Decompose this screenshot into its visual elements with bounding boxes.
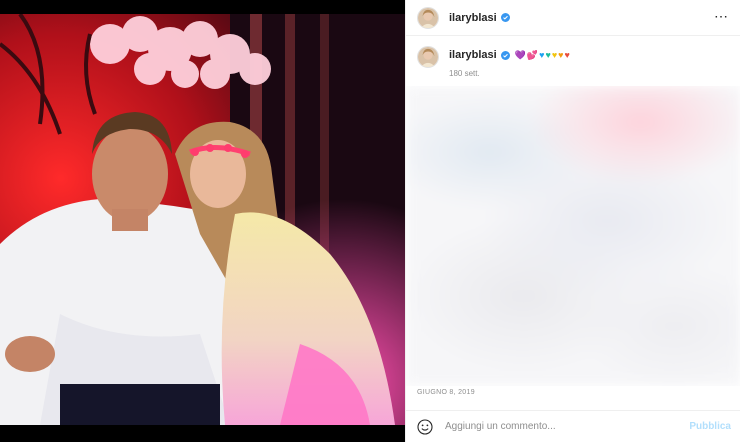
media-area xyxy=(0,0,405,442)
post-photo[interactable] xyxy=(0,14,405,425)
post-header: ilaryblasi ⋯ xyxy=(406,0,740,36)
emoji-smile-icon[interactable] xyxy=(417,418,433,435)
heart-emoji-icon: 💕 xyxy=(526,50,540,60)
verified-badge-icon xyxy=(500,13,510,22)
header-username[interactable]: ilaryblasi xyxy=(449,12,497,24)
comment-bar: Pubblica xyxy=(406,410,740,442)
comment-input[interactable] xyxy=(445,421,675,432)
caption-avatar[interactable] xyxy=(417,46,439,68)
post-side-panel: ilaryblasi ⋯ ilaryblasi 💜💕♥♥♥♥♥ 180 sett.… xyxy=(405,0,740,442)
avatar[interactable] xyxy=(417,6,439,29)
caption-text: ilaryblasi 💜💕♥♥♥♥♥ 180 sett. xyxy=(449,46,571,80)
blurred-comments xyxy=(406,86,740,386)
heart-emoji-icon: ♥ xyxy=(564,50,571,60)
verified-badge-icon xyxy=(500,50,510,60)
more-options-icon[interactable]: ⋯ xyxy=(714,9,729,23)
caption: ilaryblasi 💜💕♥♥♥♥♥ 180 sett. xyxy=(417,46,571,80)
caption-username[interactable]: ilaryblasi xyxy=(449,49,497,61)
caption-hearts: 💜💕♥♥♥♥♥ xyxy=(515,50,571,60)
post-date: GIUGNO 8, 2019 xyxy=(417,389,475,396)
post-dialog: ilaryblasi ⋯ ilaryblasi 💜💕♥♥♥♥♥ 180 sett.… xyxy=(0,0,740,442)
heart-emoji-icon: 💜 xyxy=(514,50,527,60)
caption-time[interactable]: 180 sett. xyxy=(449,68,571,80)
publish-button[interactable]: Pubblica xyxy=(689,421,731,432)
